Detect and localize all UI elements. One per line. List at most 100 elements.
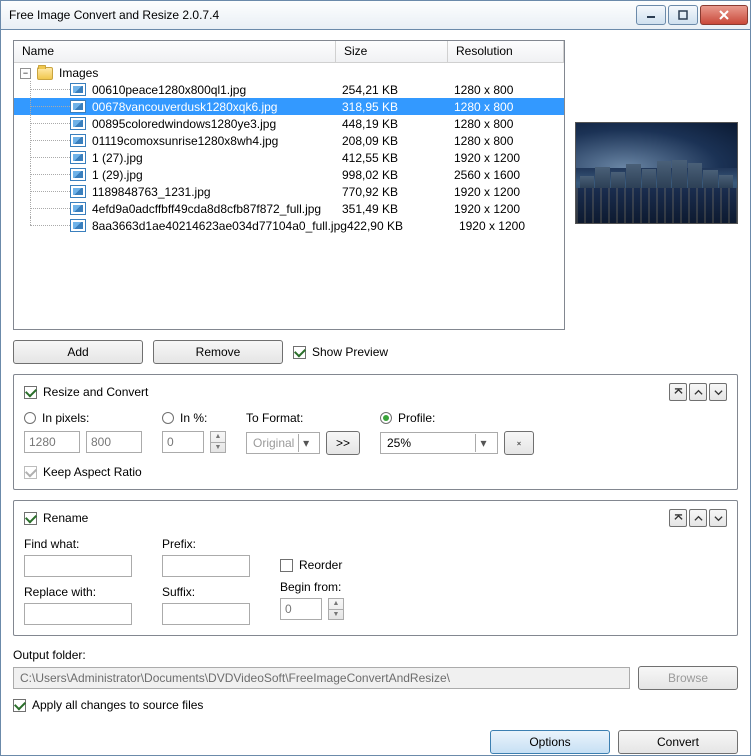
column-header-resolution[interactable]: Resolution <box>448 41 564 62</box>
folder-label: Images <box>59 66 98 80</box>
image-file-icon <box>70 134 86 147</box>
file-list-panel: Name Size Resolution − Images 00610peace… <box>13 40 565 330</box>
options-button[interactable]: Options <box>490 730 610 754</box>
folder-icon <box>37 67 53 80</box>
replace-with-label: Replace with: <box>24 585 132 599</box>
file-row[interactable]: 1189848763_1231.jpg 770,92 KB1920 x 1200 <box>14 183 564 200</box>
file-name: 00678vancouverdusk1280xqk6.jpg <box>92 100 277 114</box>
file-row[interactable]: 1 (27).jpg412,55 KB1920 x 1200 <box>14 149 564 166</box>
find-what-label: Find what: <box>24 537 132 551</box>
remove-button[interactable]: Remove <box>153 340 283 364</box>
show-preview-checkbox[interactable] <box>293 346 306 359</box>
file-size: 208,09 KB <box>342 134 454 148</box>
minimize-button[interactable] <box>636 5 666 25</box>
add-button[interactable]: Add <box>13 340 143 364</box>
file-row[interactable]: 4efd9a0adcffbff49cda8d8cfb87f872_full.jp… <box>14 200 564 217</box>
title-bar: Free Image Convert and Resize 2.0.7.4 <box>0 0 751 30</box>
rename-section: Rename Find what: Replace with: Prefix: … <box>13 500 738 636</box>
section-top-button[interactable] <box>669 383 687 401</box>
in-percent-label: In %: <box>180 411 207 425</box>
rename-title: Rename <box>43 511 88 525</box>
image-file-icon <box>70 117 86 130</box>
prefix-input[interactable] <box>162 555 250 577</box>
reorder-checkbox[interactable] <box>280 559 293 572</box>
replace-with-input[interactable] <box>24 603 132 625</box>
convert-button[interactable]: Convert <box>618 730 738 754</box>
in-percent-radio[interactable] <box>162 412 174 424</box>
height-input[interactable]: 800 <box>86 431 142 453</box>
keep-aspect-ratio-checkbox <box>24 466 37 479</box>
rename-checkbox[interactable] <box>24 512 37 525</box>
resize-convert-title: Resize and Convert <box>43 385 148 399</box>
file-name: 1189848763_1231.jpg <box>92 185 211 199</box>
file-row[interactable]: 00678vancouverdusk1280xqk6.jpg318,95 KB1… <box>14 98 564 115</box>
in-pixels-radio[interactable] <box>24 412 36 424</box>
file-name: 1 (29).jpg <box>92 168 143 182</box>
file-resolution: 1920 x 1200 <box>454 185 564 199</box>
file-size: 448,19 KB <box>342 117 454 131</box>
file-row[interactable]: 00610peace1280x800ql1.jpg254,21 KB1280 x… <box>14 81 564 98</box>
file-row[interactable]: 8aa3663d1ae40214623ae034d77104a0_full.jp… <box>14 217 564 234</box>
chevron-down-icon: ▾ <box>298 434 313 452</box>
resize-convert-section: Resize and Convert In pixels: 1280 800 <box>13 374 738 490</box>
profile-radio[interactable] <box>380 412 392 424</box>
close-button[interactable] <box>700 5 748 25</box>
output-folder-label: Output folder: <box>13 648 738 662</box>
column-header-size[interactable]: Size <box>336 41 448 62</box>
output-path-input[interactable]: C:\Users\Administrator\Documents\DVDVide… <box>13 667 630 689</box>
percent-stepper[interactable]: ▲▼ <box>210 431 226 453</box>
begin-from-input[interactable]: 0 <box>280 598 322 620</box>
image-file-icon <box>70 219 86 232</box>
file-name: 01119comoxsunrise1280x8wh4.jpg <box>92 134 278 148</box>
column-header-name[interactable]: Name <box>14 41 336 62</box>
browse-button[interactable]: Browse <box>638 666 738 690</box>
maximize-button[interactable] <box>668 5 698 25</box>
chevron-down-icon: ▾ <box>475 434 491 452</box>
apply-all-label: Apply all changes to source files <box>32 698 203 712</box>
begin-from-stepper[interactable]: ▲▼ <box>328 598 344 620</box>
image-file-icon <box>70 168 86 181</box>
file-size: 351,49 KB <box>342 202 454 216</box>
profile-select[interactable]: 25% ▾ <box>380 432 498 454</box>
file-name: 1 (27).jpg <box>92 151 143 165</box>
tree-root-folder[interactable]: − Images <box>14 65 564 81</box>
begin-from-label: Begin from: <box>280 580 344 594</box>
find-what-input[interactable] <box>24 555 132 577</box>
format-select[interactable]: Original ▾ <box>246 432 320 454</box>
section-up-button[interactable] <box>689 383 707 401</box>
prefix-label: Prefix: <box>162 537 250 551</box>
file-name: 4efd9a0adcffbff49cda8d8cfb87f872_full.jp… <box>92 202 321 216</box>
suffix-label: Suffix: <box>162 585 250 599</box>
section-top-button[interactable] <box>669 509 687 527</box>
to-format-label: To Format: <box>246 411 360 425</box>
file-resolution: 1920 x 1200 <box>454 151 564 165</box>
image-file-icon <box>70 185 86 198</box>
image-file-icon <box>70 83 86 96</box>
format-more-button[interactable]: >> <box>326 431 360 455</box>
image-file-icon <box>70 202 86 215</box>
profile-label: Profile: <box>398 411 435 425</box>
file-resolution: 1280 x 800 <box>454 100 564 114</box>
file-name: 00895coloredwindows1280ye3.jpg <box>92 117 276 131</box>
section-up-button[interactable] <box>689 509 707 527</box>
file-name: 8aa3663d1ae40214623ae034d77104a0_full.jp… <box>92 219 347 233</box>
file-resolution: 1920 x 1200 <box>459 219 564 233</box>
file-row[interactable]: 01119comoxsunrise1280x8wh4.jpg208,09 KB1… <box>14 132 564 149</box>
apply-all-checkbox[interactable] <box>13 699 26 712</box>
file-resolution: 1920 x 1200 <box>454 202 564 216</box>
file-row[interactable]: 00895coloredwindows1280ye3.jpg448,19 KB1… <box>14 115 564 132</box>
file-row[interactable]: 1 (29).jpg 998,02 KB2560 x 1600 <box>14 166 564 183</box>
file-size: 770,92 KB <box>342 185 454 199</box>
collapse-toggle-icon[interactable]: − <box>20 68 31 79</box>
profile-delete-button[interactable] <box>504 431 534 455</box>
file-size: 422,90 KB <box>347 219 459 233</box>
resize-convert-checkbox[interactable] <box>24 386 37 399</box>
percent-input[interactable]: 0 <box>162 431 204 453</box>
section-down-button[interactable] <box>709 509 727 527</box>
in-pixels-label: In pixels: <box>42 411 89 425</box>
section-down-button[interactable] <box>709 383 727 401</box>
width-input[interactable]: 1280 <box>24 431 80 453</box>
file-resolution: 2560 x 1600 <box>454 168 564 182</box>
suffix-input[interactable] <box>162 603 250 625</box>
file-size: 998,02 KB <box>342 168 454 182</box>
